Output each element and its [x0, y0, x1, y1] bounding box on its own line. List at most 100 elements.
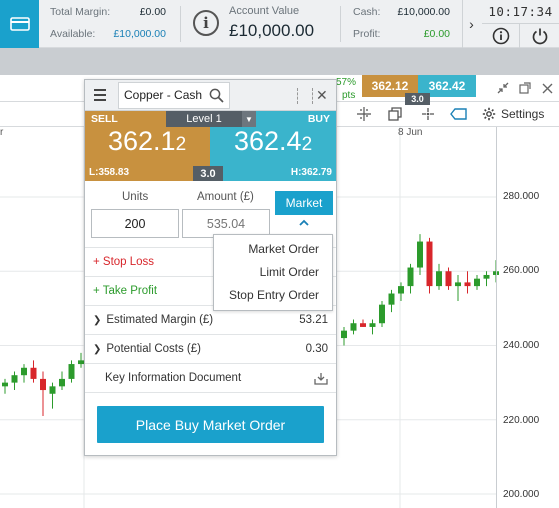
- candle-body: [388, 293, 395, 305]
- candle-body: [426, 241, 433, 287]
- candle-body: [21, 367, 27, 376]
- y-axis: [496, 127, 497, 508]
- spread-value: 3.0: [193, 166, 223, 181]
- candle-body: [464, 282, 471, 287]
- kid-label: Key Information Document: [105, 372, 242, 384]
- profit-label: Profit:: [353, 28, 381, 40]
- layers-icon[interactable]: [385, 105, 405, 123]
- potential-costs-value: 0.30: [305, 343, 328, 355]
- change-pct: 57%: [336, 77, 357, 88]
- candle-body: [40, 378, 46, 391]
- market-name: Copper - Cash: [124, 88, 203, 102]
- candle-body: [379, 304, 385, 324]
- candle-body: [59, 378, 65, 387]
- level-select[interactable]: Level 1 ▼: [166, 111, 256, 127]
- account-value: £10,000.00: [229, 21, 315, 40]
- potential-costs-row[interactable]: ❯ Potential Costs (£) 0.30: [85, 334, 336, 363]
- candle-body: [436, 271, 442, 287]
- collapse-icon[interactable]: [495, 80, 511, 96]
- candle-body: [360, 323, 366, 327]
- estimated-margin-label: Estimated Margin (£): [106, 314, 214, 326]
- account-value-label: Account Value: [229, 5, 300, 17]
- help-icon: [492, 27, 509, 45]
- sell-price: 362.12: [108, 126, 187, 156]
- order-type-option-limit[interactable]: Limit Order: [260, 265, 319, 279]
- gear-icon: [482, 107, 496, 121]
- chevron-right-icon: ❯: [93, 343, 102, 355]
- settings-label: Settings: [501, 107, 545, 121]
- order-type-menu: Market Order Limit Order Stop Entry Orde…: [213, 234, 333, 311]
- download-icon[interactable]: [314, 372, 328, 385]
- place-order-button[interactable]: Place Buy Market Order: [97, 406, 324, 443]
- close-ticket-icon[interactable]: ✕: [316, 87, 328, 104]
- menu-icon[interactable]: [89, 85, 111, 105]
- candle-body: [30, 367, 37, 379]
- account-bar: Total Margin: £0.00 Available: £10,000.0…: [0, 0, 559, 48]
- profit-value: £0.00: [423, 28, 450, 40]
- candle-body: [68, 364, 75, 379]
- cursor-icon[interactable]: [418, 105, 438, 123]
- cash-value: £10,000.00: [397, 6, 450, 18]
- candle-body: [407, 267, 414, 287]
- crosshair-icon[interactable]: [354, 105, 374, 123]
- low-label: L:358.83: [89, 167, 130, 178]
- change-readout: 57% pts: [336, 76, 356, 102]
- sell-label: SELL: [91, 113, 118, 125]
- candle-body: [445, 271, 452, 287]
- power-button[interactable]: [521, 24, 559, 48]
- candle-body: [2, 382, 8, 387]
- chart-settings-button[interactable]: Settings: [482, 104, 544, 124]
- candle-body: [369, 323, 376, 327]
- units-label: Units: [122, 191, 149, 203]
- candle-body: [417, 241, 423, 268]
- y-label-260: 260.000: [503, 265, 540, 276]
- y-label-220: 220.000: [503, 415, 540, 426]
- available-value: £10,000.00: [113, 28, 166, 40]
- take-profit-label: + Take Profit: [93, 285, 158, 297]
- help-button[interactable]: [482, 24, 520, 48]
- popout-icon[interactable]: [517, 80, 533, 96]
- available-label: Available:: [50, 28, 96, 40]
- chevron-right-icon[interactable]: ›: [462, 0, 480, 48]
- wallet-icon: [9, 17, 30, 31]
- change-pts: pts: [342, 90, 356, 101]
- units-input[interactable]: [91, 209, 179, 238]
- kid-row[interactable]: Key Information Document: [85, 363, 336, 392]
- info-icon[interactable]: i: [193, 10, 219, 36]
- deal-ticket-header: Copper - Cash ✕: [85, 80, 336, 111]
- candle-body: [49, 386, 56, 394]
- y-label-280: 280.000: [503, 191, 540, 202]
- total-margin-label: Total Margin:: [50, 6, 111, 18]
- candle-body: [398, 286, 404, 294]
- order-type-option-market[interactable]: Market Order: [248, 242, 319, 256]
- candle-body: [341, 330, 347, 339]
- level-label: Level 1: [186, 113, 222, 125]
- workspace-strip: [0, 48, 559, 75]
- candle-body: [11, 375, 18, 383]
- date-label-8jun: 8 Jun: [398, 127, 423, 138]
- wallet-button[interactable]: [0, 0, 39, 48]
- chevron-right-icon: ❯: [93, 314, 102, 326]
- market-search-field[interactable]: Copper - Cash: [118, 82, 230, 109]
- order-type-option-stop-entry[interactable]: Stop Entry Order: [229, 288, 319, 302]
- estimated-margin-value: 53.21: [299, 314, 328, 326]
- clock: 10:17:34: [482, 0, 559, 24]
- tag-icon[interactable]: [449, 105, 469, 123]
- order-type-button[interactable]: Market: [275, 191, 333, 215]
- buy-label: BUY: [307, 113, 330, 125]
- candle-body: [474, 278, 480, 287]
- y-label-200: 200.000: [503, 489, 540, 500]
- cash-label: Cash:: [353, 6, 381, 18]
- close-icon[interactable]: [539, 80, 555, 96]
- chevron-down-icon: ▼: [242, 111, 256, 127]
- mini-spread: 3.0: [405, 93, 430, 105]
- drag-handle-icon[interactable]: [297, 88, 313, 104]
- date-label-prev: r: [0, 127, 4, 138]
- candle-body: [455, 282, 461, 287]
- high-label: H:362.79: [290, 167, 332, 178]
- candle-body: [350, 323, 357, 331]
- chevron-up-icon[interactable]: [299, 218, 309, 229]
- y-label-240: 240.000: [503, 340, 540, 351]
- potential-costs-label: Potential Costs (£): [106, 343, 201, 355]
- search-icon: [209, 88, 224, 103]
